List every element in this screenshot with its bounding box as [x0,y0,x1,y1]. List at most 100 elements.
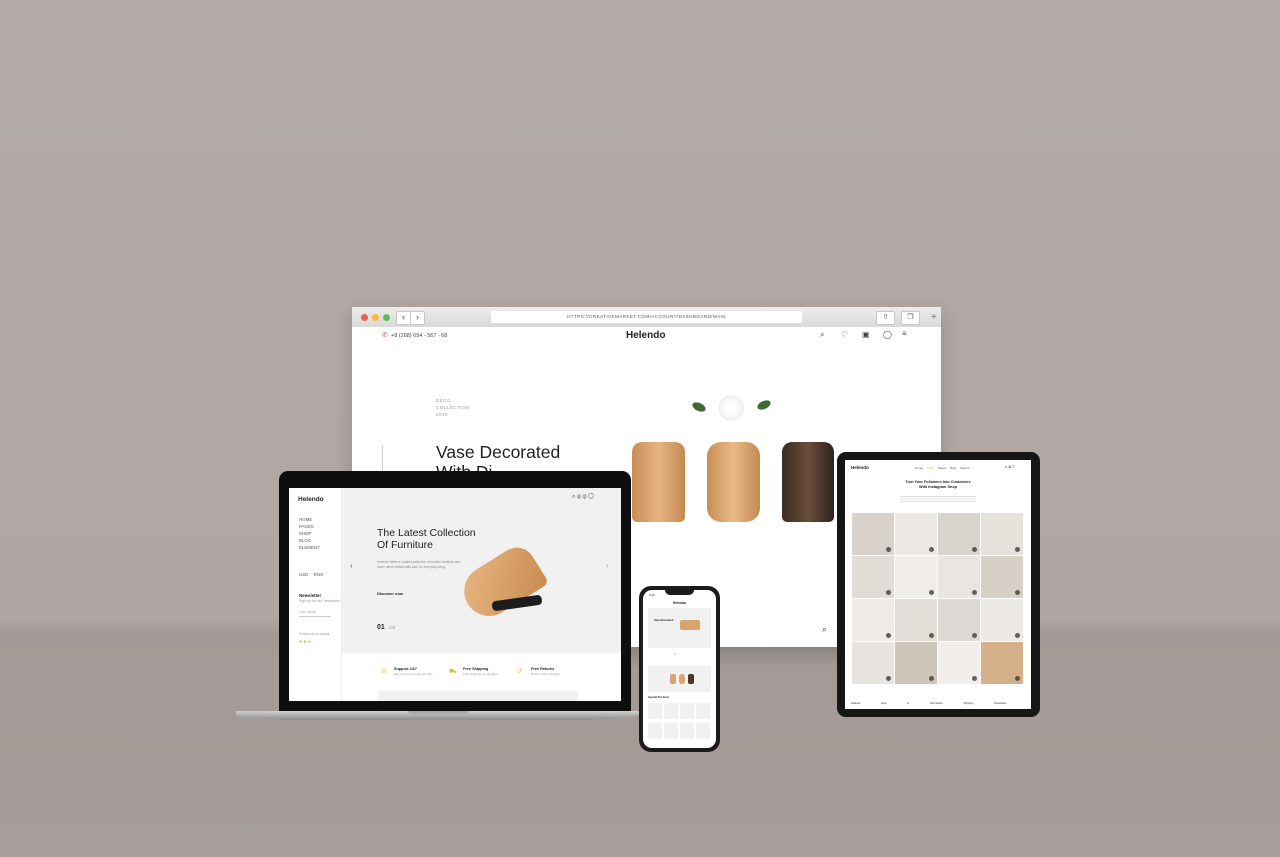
feature-text: Return within 30 days [531,672,560,676]
chair-image [454,540,550,626]
header-phone: +8 (268) 654 - 567 - 68 [391,333,448,339]
instagram-title: Turn Your Followers Into Customers With … [845,480,1031,490]
vase-image [670,674,676,684]
title-line: With Instagram Shop [919,485,957,489]
support-icon: ☏ [380,669,388,675]
user-icon[interactable]: ◯ [883,330,892,339]
next-slide-arrow[interactable]: › [606,561,609,570]
sidebar-item-pages[interactable]: PAGES [299,523,331,530]
phone-banner [648,666,711,692]
instagram-photo[interactable] [895,556,937,598]
nav-item[interactable]: Home [915,466,923,470]
newsletter-text: Sign up for our newsletter [299,599,340,603]
cart-icon[interactable]: ▣ [862,330,870,339]
tablet-logo[interactable]: Helendo [851,465,869,470]
nav-item[interactable]: Search [960,466,970,470]
tablet-nav: Home Shop Pages Blog Search [915,466,969,470]
forward-button[interactable]: › [410,311,425,325]
laptop-screen: Helendo HOME PAGES SHOP BLOG ELEMENT USD… [289,488,621,701]
instagram-photo[interactable] [981,513,1023,555]
nav-item[interactable]: Shop [927,466,934,470]
phone-icon: ✆ [382,332,388,339]
sidebar-item-shop[interactable]: SHOP [299,530,331,537]
address-bar[interactable]: HTTPS://CREATIVEMARKET.COM/ACCOUNT/DASHB… [491,311,802,323]
leaf-image [690,400,708,414]
close-window-button[interactable] [361,314,368,321]
features-bar: ☏ Support 24/7 We are here to help you 2… [342,654,621,701]
footer-heading: Help & Information [881,702,943,705]
browser-toolbar: ‹ › HTTPS://CREATIVEMARKET.COM/ACCOUNT/D… [352,307,941,327]
instagram-photo[interactable] [938,556,980,598]
sidebar-item-blog[interactable]: BLOG [299,537,331,544]
newsletter-email-input[interactable]: Your email [299,609,331,617]
share-button[interactable]: ⇧ [876,311,895,325]
slide-counter: 01 [377,624,385,631]
menu-icon[interactable]: ≡ [902,329,907,338]
tablet-footer: Address Help & Information Shipping News… [851,702,1007,705]
language-select[interactable]: ENG [314,571,324,578]
tabs-button[interactable]: ❐ [901,311,920,325]
search-icon[interactable]: ⌕ [820,330,824,340]
special-products-title: Special Products [648,696,670,699]
sidebar-item-element[interactable]: ELEMENT [299,544,331,551]
instagram-photo[interactable] [852,556,894,598]
instagram-description [900,496,976,502]
site-logo[interactable]: Helendo [626,330,665,341]
vase-image [782,442,834,522]
instagram-photo[interactable] [895,599,937,641]
hero-title-line: Of Furniture [377,539,434,551]
laptop-sidebar: Helendo HOME PAGES SHOP BLOG ELEMENT USD… [289,488,342,701]
product-row[interactable] [648,703,711,719]
eyebrow-line: DECO [436,398,452,403]
instagram-photo[interactable] [852,513,894,555]
product-strip [378,691,578,701]
search-icon[interactable]: ⌕ ⊛ ⊛ ◯ [572,494,594,501]
tablet-screen: Helendo Home Shop Pages Blog Search ⌕ ⊛ … [845,460,1031,709]
instagram-photo[interactable] [938,642,980,684]
currency-select[interactable]: USD [299,571,308,578]
maximize-window-button[interactable] [383,314,390,321]
discover-now-link[interactable]: Discover now [377,591,403,596]
vase-image [632,442,685,522]
vase-image [707,442,760,522]
flower-image [718,395,744,421]
sidebar-menu: HOME PAGES SHOP BLOG ELEMENT [299,516,331,551]
instagram-photo[interactable] [981,642,1023,684]
footer-heading: Shipping [963,702,974,705]
instagram-photo[interactable] [938,599,980,641]
instagram-photo[interactable] [852,642,894,684]
product-row[interactable] [648,723,711,739]
vase-image [679,674,685,684]
new-tab-button[interactable]: + [931,312,941,324]
sidebar-item-home[interactable]: HOME [299,516,331,523]
instagram-photo[interactable] [981,599,1023,641]
footer-heading: Address [851,702,861,705]
instagram-photo[interactable] [852,599,894,641]
instagram-photo[interactable] [938,513,980,555]
social-icons[interactable]: ● ● ● [299,639,311,645]
instagram-photo[interactable] [895,642,937,684]
instagram-photo[interactable] [981,556,1023,598]
prev-slide-arrow[interactable]: ‹ [350,561,353,570]
phone-logo[interactable]: Helendo [643,601,716,605]
hero-title-line: The Latest Collection [377,527,476,539]
back-button[interactable]: ‹ [396,311,411,325]
minimize-window-button[interactable] [372,314,379,321]
nav-item[interactable]: Blog [950,466,956,470]
laptop-notch [408,711,468,714]
search-icon[interactable]: ⌕ [822,624,827,635]
signature-image: ~ [673,652,676,658]
laptop-logo[interactable]: Helendo [298,496,324,503]
phone-device: 9:41 Helendo Vase Decorated ~ Special Pr… [639,586,720,752]
hero-description: Helendo offers a curated collection of m… [377,560,461,569]
feature-text: Free shipping on all orders [463,672,499,676]
instagram-photo[interactable] [895,513,937,555]
leaf-image [755,398,773,412]
hero-eyebrow: DECO COLLECTION 2019 [436,397,470,418]
phone-screen: 9:41 Helendo Vase Decorated ~ Special Pr… [643,590,716,748]
phone-notch [665,590,694,595]
nav-item[interactable]: Pages [938,466,947,470]
phone-time: 9:41 [649,593,655,597]
wishlist-icon[interactable]: ♡ [841,330,848,339]
search-icon[interactable]: ⌕ ⊛ ≡ [1005,464,1014,469]
